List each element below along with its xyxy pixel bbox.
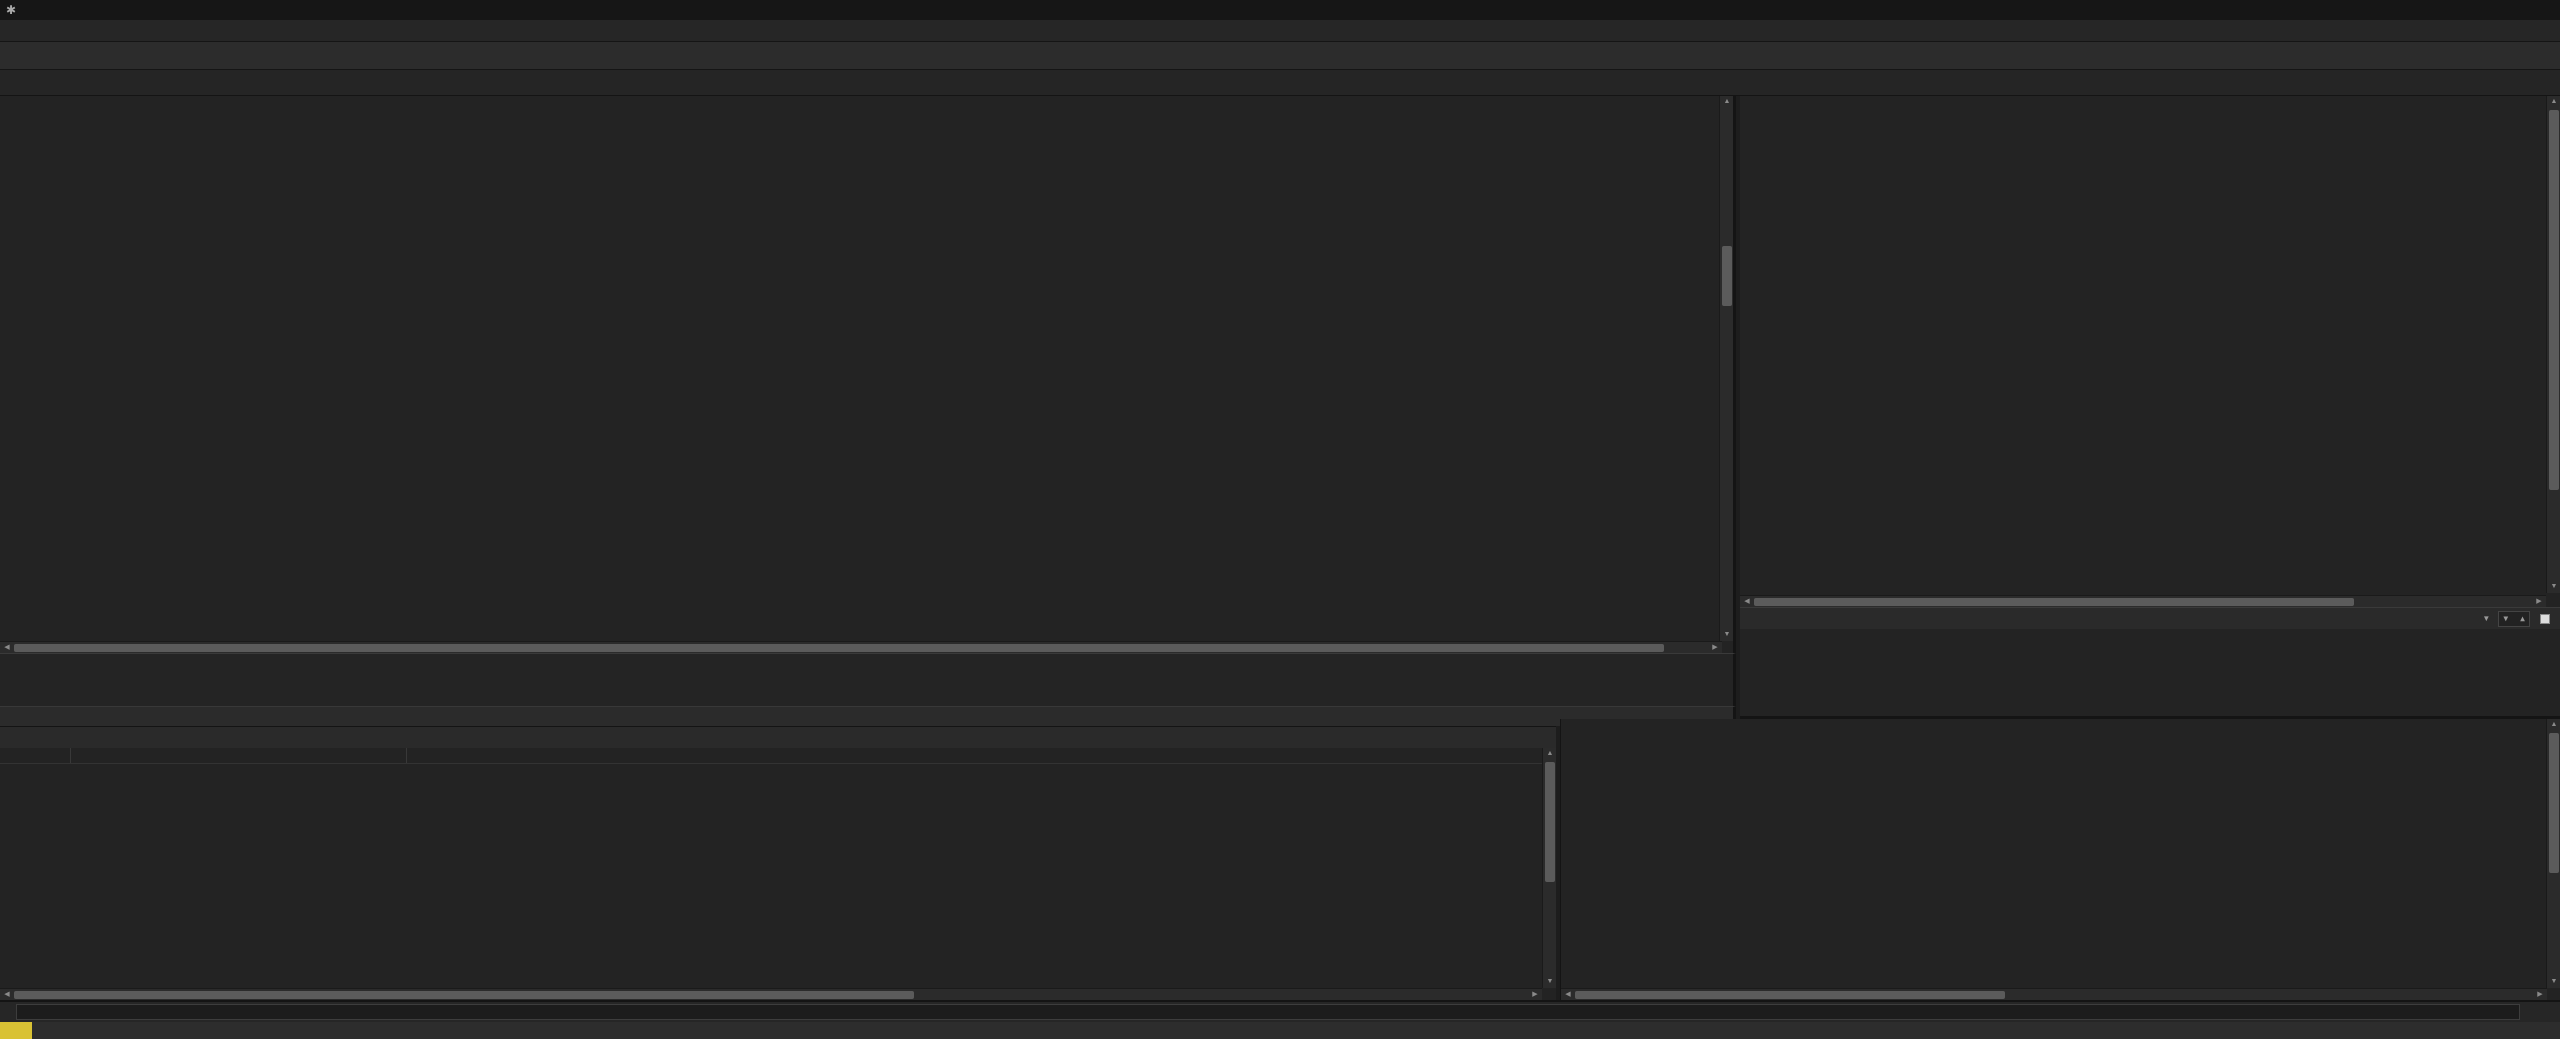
info-box [0,653,1736,706]
arguments-pane [1740,629,2560,719]
spinner-down-icon[interactable]: ▼ [2503,614,2508,623]
ascii-column-header [406,748,536,763]
x32dbg-window: ✱ ▲ ▼ ◀ ▶ ▲ ▼ ◀ ▶ ▼ ▼ ▲ ▲ ▼ ◀ ▶ ▲ ▼ ◀ ▶ [0,0,2560,1039]
minimize-button[interactable] [2434,0,2476,20]
stack-hscrollbar[interactable]: ◀ ▶ [1561,988,2547,1000]
menu-bar [0,20,2560,42]
app-icon: ✱ [5,3,17,17]
stack-pane: ▲ ▼ ◀ ▶ [1560,719,2560,1000]
hex-vscrollbar[interactable]: ▲ ▼ [1542,748,1556,988]
hide-fpu-button[interactable] [1740,96,2560,118]
convention-dropdown-icon[interactable]: ▼ [2482,614,2490,623]
disasm-hscrollbar[interactable]: ◀ ▶ [0,641,1722,653]
registers-hscrollbar[interactable]: ◀ ▶ [1740,595,2546,607]
info-line-1 [8,659,1725,674]
hex-column-header [70,748,406,763]
hex-dump-pane: ▲ ▼ ◀ ▶ [0,748,1556,1000]
debug-state-badge [0,1022,32,1039]
jump-arrows [0,96,150,653]
unlock-checkbox[interactable] [2540,613,2550,624]
maximize-button[interactable] [2476,0,2518,20]
disassembly-pane: ▲ ▼ ◀ ▶ [0,96,1736,653]
view-tab-bar [0,70,2560,96]
registers-pane: ▲ ▼ ◀ ▶ [1740,96,2560,607]
toolbar [0,42,2560,70]
info-line-2 [8,674,1725,689]
calling-convention-row: ▼ ▼ ▲ [1740,607,2560,629]
hex-hscrollbar[interactable]: ◀ ▶ [0,988,1542,1000]
title-bar: ✱ [0,0,2560,20]
command-input[interactable] [16,1004,2520,1020]
spinner-up-icon[interactable]: ▲ [2520,614,2525,623]
hex-dump-header [0,748,1556,764]
status-bar [0,1022,2560,1039]
stack-vscrollbar[interactable]: ▲ ▼ [2546,719,2560,988]
address-column-header [0,748,70,763]
registers-vscrollbar[interactable]: ▲ ▼ [2546,96,2560,593]
close-button[interactable] [2518,0,2560,20]
disasm-vscrollbar[interactable]: ▲ ▼ [1719,96,1733,641]
bottom-tab-bar [0,726,1556,748]
address-status-line [0,706,1736,726]
command-row [0,1000,2560,1022]
arg-count-spinner[interactable]: ▼ ▲ [2498,610,2530,627]
